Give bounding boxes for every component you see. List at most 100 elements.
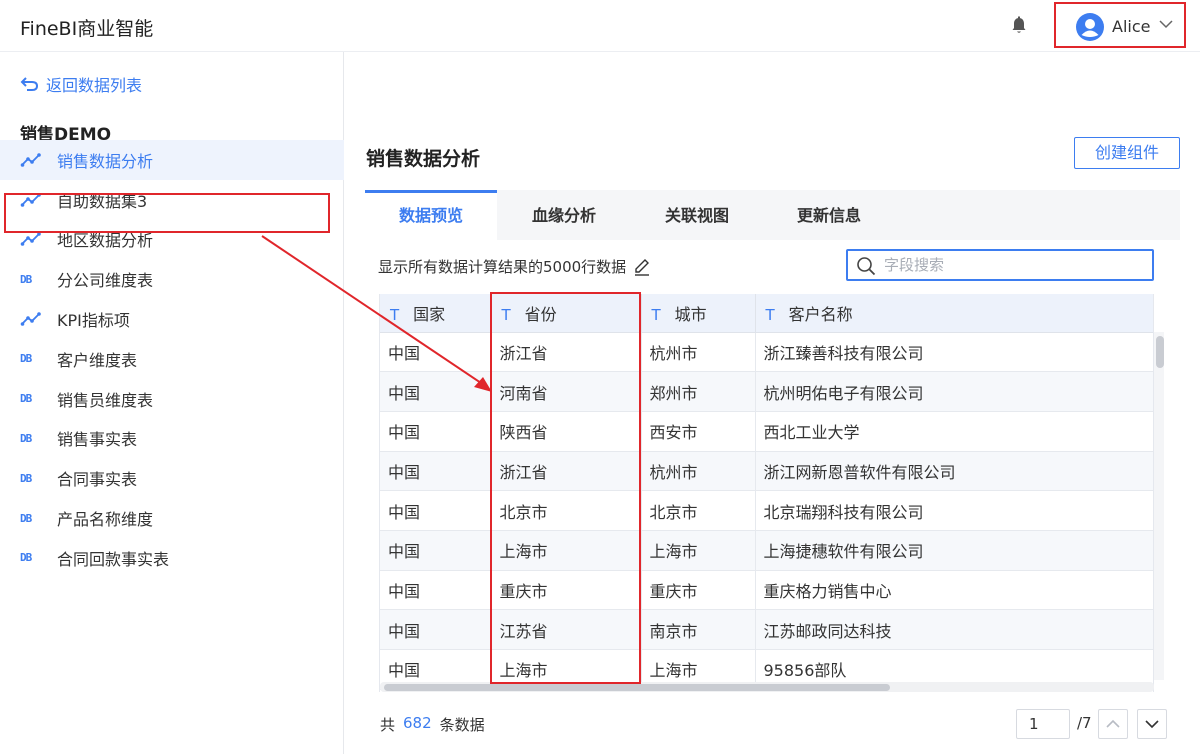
back-link-label: 返回数据列表 bbox=[46, 76, 143, 95]
table-cell: 中国 bbox=[380, 332, 492, 373]
self-dataset-icon bbox=[20, 191, 44, 209]
user-name: Alice bbox=[1112, 17, 1151, 36]
chevron-up-icon bbox=[1106, 719, 1120, 728]
db-glyph: DB bbox=[20, 471, 32, 485]
table-cell: 中国 bbox=[380, 451, 492, 492]
top-header: FineBI商业智能 Alice bbox=[0, 0, 1200, 52]
sidebar-item-label: 合同事实表 bbox=[57, 470, 138, 490]
self-dataset-icon bbox=[20, 230, 44, 248]
sidebar-item[interactable]: KPI指标项 bbox=[0, 299, 344, 339]
back-arrow-icon bbox=[20, 77, 39, 91]
column-header[interactable]: T 国家 bbox=[380, 294, 492, 333]
column-header-label: 国家 bbox=[413, 304, 446, 324]
sidebar-item-label: 产品名称维度 bbox=[57, 510, 154, 530]
table-cell: 浙江省 bbox=[491, 451, 642, 492]
row-count-suffix: 条数据 bbox=[439, 716, 485, 734]
field-search-box[interactable] bbox=[846, 249, 1154, 281]
sidebar-item[interactable]: DB 合同回款事实表 bbox=[0, 538, 344, 578]
table-cell: 中国 bbox=[380, 490, 492, 531]
tab-relation-view[interactable]: 关联视图 bbox=[631, 190, 763, 240]
table-cell: 中国 bbox=[380, 530, 492, 571]
table-cell: 中国 bbox=[380, 570, 492, 611]
vertical-scrollbar[interactable] bbox=[1154, 332, 1164, 680]
table-cell: 上海市 bbox=[491, 530, 642, 571]
sidebar-item-label: KPI指标项 bbox=[57, 311, 130, 331]
table-row: 中国 北京市 北京市 北京瑞翔科技有限公司 bbox=[380, 490, 1153, 531]
text-type-icon: T bbox=[390, 305, 400, 324]
edit-pencil-icon[interactable] bbox=[632, 257, 652, 277]
db-glyph: DB bbox=[20, 431, 32, 445]
table-cell: 杭州市 bbox=[641, 332, 756, 373]
table-cell: 杭州明佑电子有限公司 bbox=[755, 371, 1153, 412]
sidebar-item-label: 销售事实表 bbox=[57, 430, 138, 450]
sidebar-item[interactable]: DB 销售员维度表 bbox=[0, 379, 344, 419]
sidebar-item[interactable]: DB 客户维度表 bbox=[0, 339, 344, 379]
db-table-icon: DB bbox=[20, 350, 44, 368]
db-table-icon: DB bbox=[20, 509, 44, 527]
column-header[interactable]: T 省份 bbox=[491, 294, 642, 333]
sidebar-item[interactable]: 自助数据集3 bbox=[0, 180, 344, 220]
sidebar-item-label: 自助数据集3 bbox=[57, 191, 148, 211]
sidebar-item[interactable]: DB 合同事实表 bbox=[0, 458, 344, 498]
horizontal-scrollbar-thumb[interactable] bbox=[384, 684, 890, 691]
table-cell: 西安市 bbox=[641, 411, 756, 452]
db-table-icon: DB bbox=[20, 390, 44, 408]
row-count-number: 682 bbox=[403, 714, 432, 732]
sidebar-item-label: 合同回款事实表 bbox=[57, 549, 170, 569]
field-search-input[interactable] bbox=[884, 254, 1144, 276]
next-page-button[interactable] bbox=[1137, 709, 1167, 739]
column-header[interactable]: T 客户名称 bbox=[755, 294, 1153, 333]
text-type-icon: T bbox=[651, 305, 661, 324]
page-number-input[interactable] bbox=[1016, 709, 1070, 739]
vertical-scrollbar-thumb[interactable] bbox=[1156, 336, 1164, 368]
dataset-tree: 销售数据分析 自助数据集3 地区数据分析 DB 分公司维度表 KPI指标项 DB 客户维度表 D… bbox=[0, 140, 344, 578]
sidebar-item[interactable]: DB 销售事实表 bbox=[0, 419, 344, 459]
table-row: 中国 江苏省 南京市 江苏邮政同达科技 bbox=[380, 609, 1153, 650]
db-table-icon: DB bbox=[20, 469, 44, 487]
column-header-label: 城市 bbox=[674, 304, 707, 324]
table-cell: 上海捷穗软件有限公司 bbox=[755, 530, 1153, 571]
table-cell: 江苏邮政同达科技 bbox=[755, 609, 1153, 650]
user-menu[interactable]: Alice bbox=[1054, 2, 1186, 48]
create-component-button[interactable]: 创建组件 bbox=[1074, 137, 1180, 169]
table-cell: 重庆格力销售中心 bbox=[755, 570, 1153, 611]
search-icon bbox=[857, 257, 876, 276]
table-cell: 重庆市 bbox=[491, 570, 642, 611]
text-type-icon: T bbox=[501, 305, 511, 324]
column-header[interactable]: T 城市 bbox=[641, 294, 756, 333]
db-table-icon: DB bbox=[20, 429, 44, 447]
table-cell: 浙江网新恩普软件有限公司 bbox=[755, 451, 1153, 492]
tab-update-info[interactable]: 更新信息 bbox=[763, 190, 895, 240]
sidebar-item-label: 销售数据分析 bbox=[57, 151, 154, 171]
sidebar-item[interactable]: 销售数据分析 bbox=[0, 140, 344, 180]
table-cell: 北京瑞翔科技有限公司 bbox=[755, 490, 1153, 531]
chevron-down-icon bbox=[1159, 20, 1173, 29]
table-cell: 河南省 bbox=[491, 371, 642, 412]
text-type-icon: T bbox=[765, 305, 775, 324]
page-title: 销售数据分析 bbox=[366, 148, 481, 170]
table-row: 中国 浙江省 杭州市 浙江臻善科技有限公司 bbox=[380, 332, 1153, 373]
sidebar-item-label: 销售员维度表 bbox=[57, 390, 154, 410]
table-cell: 北京市 bbox=[491, 490, 642, 531]
user-icon bbox=[1081, 19, 1099, 37]
table-row: 中国 上海市 上海市 上海捷穗软件有限公司 bbox=[380, 530, 1153, 571]
prev-page-button[interactable] bbox=[1098, 709, 1128, 739]
bell-icon[interactable] bbox=[1010, 16, 1028, 36]
table-cell: 浙江省 bbox=[491, 332, 642, 373]
table-cell: 江苏省 bbox=[491, 609, 642, 650]
self-dataset-icon bbox=[20, 151, 44, 169]
back-to-data-list-link[interactable]: 返回数据列表 bbox=[20, 72, 142, 96]
sidebar-item[interactable]: 地区数据分析 bbox=[0, 220, 344, 260]
table-cell: 西北工业大学 bbox=[755, 411, 1153, 452]
sidebar-item[interactable]: DB 产品名称维度 bbox=[0, 498, 344, 538]
tab-lineage-analysis[interactable]: 血缘分析 bbox=[497, 190, 631, 240]
db-glyph: DB bbox=[20, 352, 32, 366]
table-cell: 南京市 bbox=[641, 609, 756, 650]
tab-data-preview[interactable]: 数据预览 bbox=[365, 190, 497, 240]
row-count-prefix: 共 bbox=[380, 716, 396, 734]
sidebar-item[interactable]: DB 分公司维度表 bbox=[0, 259, 344, 299]
db-glyph: DB bbox=[20, 272, 32, 286]
db-table-icon: DB bbox=[20, 270, 44, 288]
main-top-strip bbox=[345, 52, 1200, 116]
table-cell: 郑州市 bbox=[641, 371, 756, 412]
